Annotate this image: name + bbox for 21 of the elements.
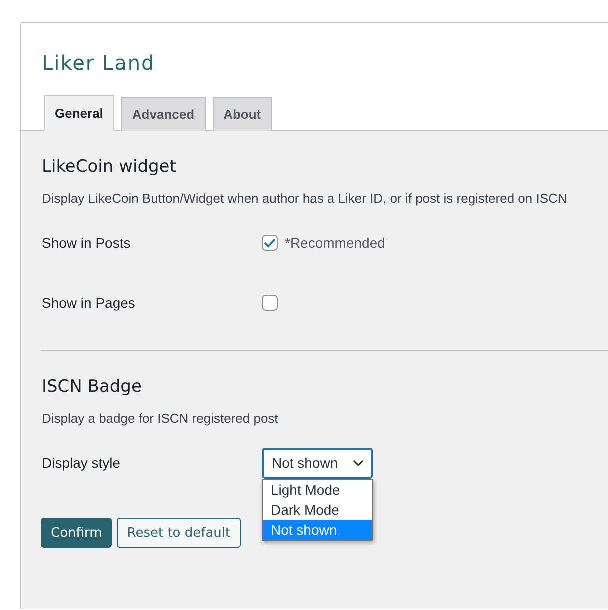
dropdown-option[interactable]: Light Mode — [263, 480, 372, 500]
tab[interactable]: About — [212, 97, 272, 131]
dropdown-option[interactable]: Dark Mode — [263, 500, 372, 520]
reset-button[interactable]: Reset to default — [117, 518, 241, 548]
tab[interactable]: Advanced — [121, 97, 206, 131]
field-label: Show in Posts — [42, 235, 132, 251]
section-description: Display a badge for ISCN registered post — [42, 411, 280, 426]
confirm-button[interactable]: Confirm — [41, 518, 112, 548]
recommended-note: *Recommended — [285, 235, 386, 251]
chevron-down-icon — [353, 460, 364, 466]
field-label: Show in Pages — [42, 295, 136, 311]
section-title: ISCN Badge — [42, 376, 143, 397]
checkbox[interactable] — [262, 295, 278, 311]
tab[interactable]: General — [44, 95, 114, 131]
field-label: Display style — [42, 455, 122, 471]
logo: Liker Land — [42, 51, 156, 75]
display-style-select[interactable]: Not shown — [262, 448, 373, 478]
section-description: Display LikeCoin Button/Widget when author has a Liker ID, or if post is registered on ISCN — [42, 191, 568, 206]
section-title: LikeCoin widget — [42, 156, 178, 177]
checkbox[interactable] — [262, 235, 278, 251]
dropdown-option[interactable]: Not shown — [263, 520, 372, 540]
